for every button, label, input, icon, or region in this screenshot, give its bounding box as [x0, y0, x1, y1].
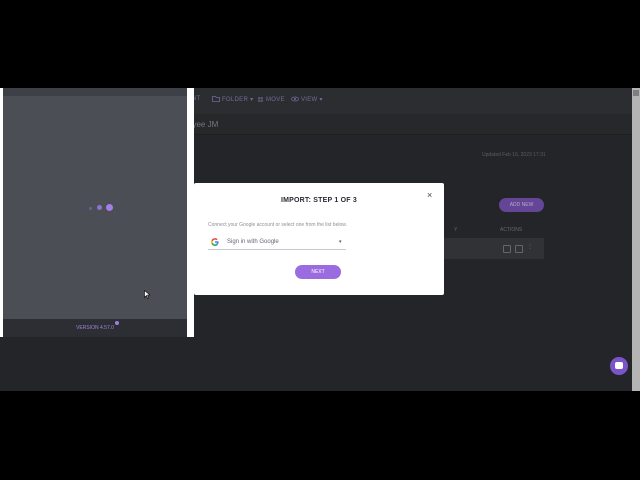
close-icon[interactable]: × [427, 190, 432, 200]
next-button[interactable]: NEXT [295, 265, 341, 279]
loading-dot [106, 204, 113, 211]
modal-title: IMPORT: STEP 1 OF 3 [280, 197, 358, 204]
version-indicator-dot [115, 321, 119, 325]
panel-header [3, 88, 187, 96]
panel-loading-area [3, 96, 187, 319]
google-account-select[interactable]: Sign in with Google ▾ [208, 236, 346, 250]
version-label: VERSION 4.57.0 [76, 325, 114, 331]
mouse-cursor-icon [144, 290, 150, 299]
loading-dot [89, 207, 92, 210]
chat-icon [615, 362, 623, 369]
panel-footer: VERSION 4.57.0 [3, 319, 187, 337]
google-icon [211, 238, 219, 246]
chat-launcher-button[interactable] [610, 357, 628, 375]
import-modal: IMPORT: STEP 1 OF 3 × Connect your Googl… [194, 183, 444, 295]
loading-dot [97, 205, 102, 210]
modal-description: Connect your Google account or select on… [208, 222, 347, 228]
side-preview-panel: VERSION 4.57.0 [0, 88, 194, 337]
chevron-down-icon: ▾ [339, 239, 342, 245]
select-value: Sign in with Google [227, 239, 279, 245]
